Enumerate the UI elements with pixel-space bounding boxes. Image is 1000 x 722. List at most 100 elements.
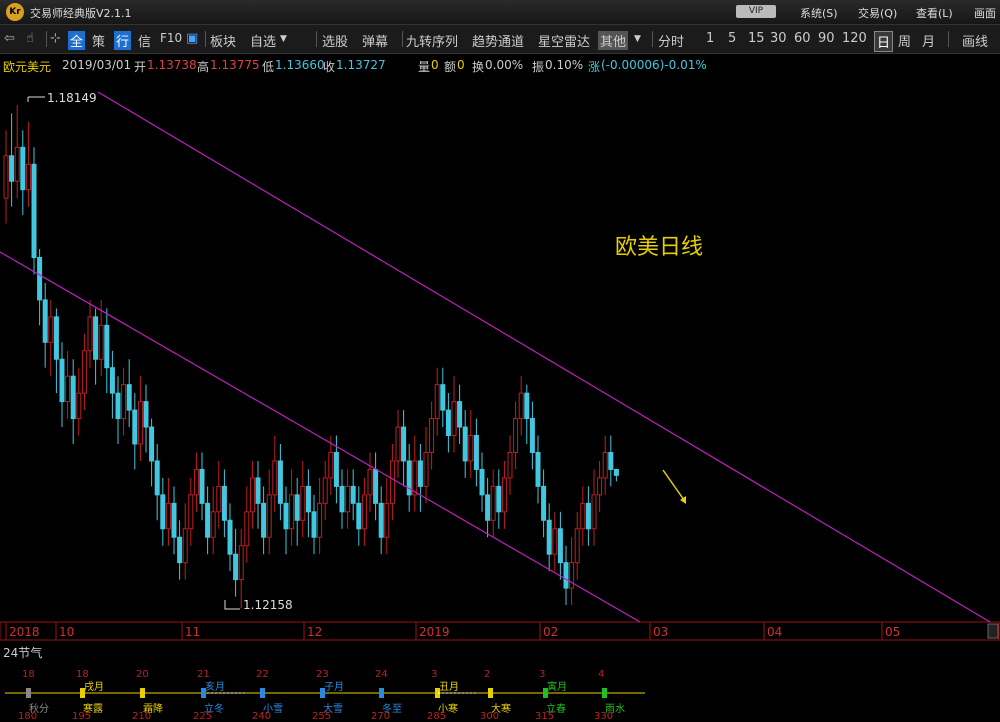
candle[interactable] — [608, 435, 614, 487]
candle[interactable] — [272, 435, 278, 512]
candle[interactable] — [462, 410, 468, 478]
candle[interactable] — [406, 444, 412, 512]
candle[interactable] — [76, 367, 82, 436]
candle[interactable] — [143, 384, 149, 453]
candle[interactable] — [48, 299, 54, 377]
candle[interactable] — [373, 452, 379, 521]
candle[interactable] — [115, 376, 121, 444]
candle[interactable] — [227, 503, 233, 572]
candle[interactable] — [569, 537, 575, 606]
candle[interactable] — [233, 528, 239, 597]
candle[interactable] — [283, 486, 289, 555]
candle[interactable] — [59, 342, 65, 428]
candle[interactable] — [457, 384, 463, 444]
candle[interactable] — [171, 486, 177, 555]
candle[interactable] — [305, 469, 311, 538]
candle[interactable] — [585, 486, 591, 546]
candle[interactable] — [121, 367, 127, 436]
candle[interactable] — [389, 444, 395, 521]
candle[interactable] — [154, 444, 160, 521]
candle[interactable] — [3, 130, 9, 224]
candle[interactable] — [423, 427, 429, 504]
candle[interactable] — [255, 460, 261, 529]
candle[interactable] — [261, 486, 267, 555]
candle[interactable] — [81, 333, 87, 411]
candle[interactable] — [401, 410, 407, 487]
candle[interactable] — [345, 469, 351, 529]
candle[interactable] — [266, 469, 272, 555]
candle[interactable] — [479, 452, 485, 512]
candle[interactable] — [160, 477, 166, 546]
candle[interactable] — [602, 435, 608, 495]
candle[interactable] — [395, 410, 401, 478]
candle[interactable] — [591, 469, 597, 546]
candle[interactable] — [613, 468, 619, 482]
candle[interactable] — [507, 435, 513, 495]
candle[interactable] — [574, 511, 580, 580]
candle[interactable] — [277, 444, 283, 521]
candle[interactable] — [300, 460, 306, 538]
candle[interactable] — [417, 444, 423, 512]
candle[interactable] — [384, 477, 390, 555]
candle[interactable] — [496, 469, 502, 529]
candle[interactable] — [216, 460, 222, 529]
channel-lower-line[interactable] — [0, 251, 641, 623]
candle[interactable] — [339, 469, 345, 529]
candle[interactable] — [557, 511, 563, 580]
candle[interactable] — [53, 308, 59, 394]
candle[interactable] — [311, 494, 317, 555]
candle[interactable] — [429, 401, 435, 470]
candle[interactable] — [445, 393, 451, 453]
candle[interactable] — [210, 486, 216, 555]
candle[interactable] — [87, 299, 93, 368]
scroll-handle[interactable] — [987, 623, 999, 639]
candle[interactable] — [580, 486, 586, 546]
candle[interactable] — [501, 460, 507, 529]
candle[interactable] — [524, 384, 530, 444]
candle[interactable] — [31, 147, 37, 275]
candlestick-chart[interactable]: 2018 10 11 12 2019 02 03 04 05 1.18149 1.12158 — [0, 0, 1000, 719]
candle[interactable] — [182, 503, 188, 580]
candle[interactable] — [529, 401, 535, 470]
candle[interactable] — [317, 477, 323, 555]
candle[interactable] — [367, 452, 373, 512]
candle[interactable] — [440, 367, 446, 428]
candle[interactable] — [37, 249, 43, 326]
candle[interactable] — [238, 528, 244, 609]
candle[interactable] — [546, 503, 552, 572]
candle[interactable] — [468, 410, 474, 478]
candle[interactable] — [177, 520, 183, 580]
candle[interactable] — [473, 418, 479, 487]
candle[interactable] — [563, 545, 569, 606]
candle[interactable] — [378, 486, 384, 555]
candle[interactable] — [93, 308, 99, 385]
candle[interactable] — [25, 121, 31, 207]
candle[interactable] — [356, 486, 362, 546]
candle[interactable] — [199, 452, 205, 521]
candle[interactable] — [65, 350, 71, 419]
candle[interactable] — [205, 486, 211, 555]
candle[interactable] — [126, 359, 132, 428]
candle[interactable] — [294, 477, 300, 546]
candle[interactable] — [490, 469, 496, 538]
candle[interactable] — [149, 418, 155, 487]
candle[interactable] — [513, 401, 519, 470]
candle[interactable] — [137, 376, 143, 461]
candle[interactable] — [20, 130, 26, 216]
candle[interactable] — [165, 477, 171, 546]
candle[interactable] — [70, 359, 76, 444]
candle[interactable] — [597, 460, 603, 512]
candle[interactable] — [552, 511, 558, 572]
candle[interactable] — [361, 477, 367, 546]
candle[interactable] — [412, 435, 418, 512]
candle[interactable] — [322, 460, 328, 521]
candle[interactable] — [132, 393, 138, 470]
candle[interactable] — [221, 469, 227, 538]
candle[interactable] — [434, 367, 440, 436]
candle[interactable] — [244, 486, 250, 563]
candle[interactable] — [9, 113, 15, 207]
candle[interactable] — [193, 452, 199, 512]
candle[interactable] — [42, 282, 48, 368]
candle[interactable] — [188, 477, 194, 546]
candle[interactable] — [104, 308, 110, 394]
